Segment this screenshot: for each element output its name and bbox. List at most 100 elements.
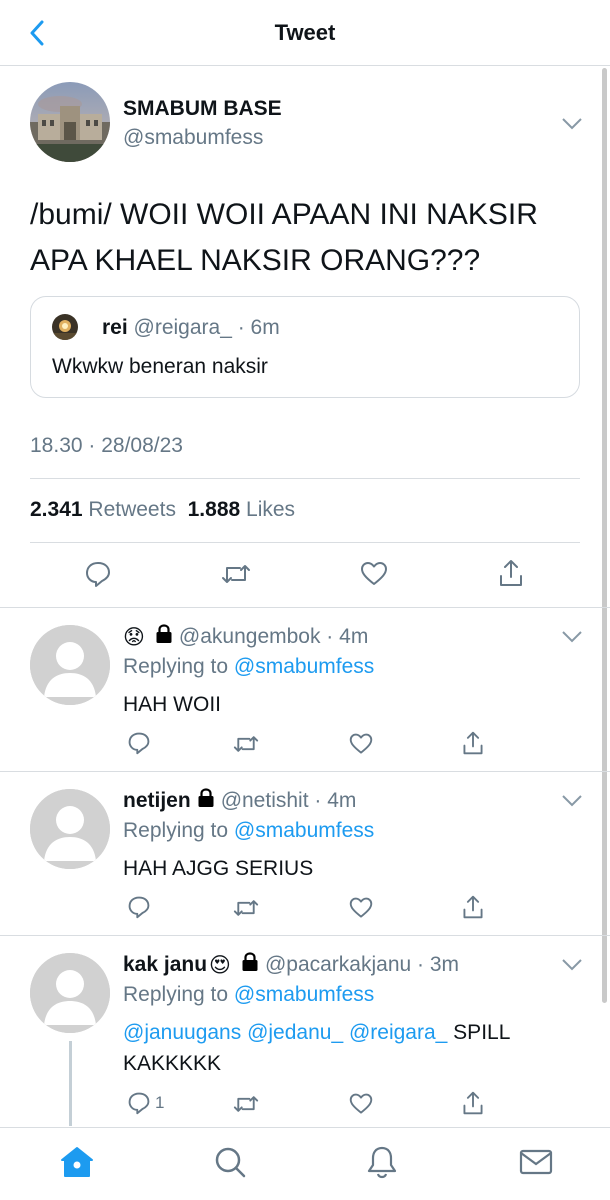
reply-text: HAH AJGG SERIUS <box>123 857 314 880</box>
replying-to-link[interactable]: @smabumfess <box>234 983 374 1006</box>
share-icon <box>463 895 483 919</box>
reply-author-name[interactable]: netijen <box>123 789 191 813</box>
quote-handle-time: @reigara_ · 6m <box>133 316 280 339</box>
replying-to: Replying to @smabumfess <box>123 819 374 843</box>
replying-to-link[interactable]: @smabumfess <box>234 819 374 842</box>
replying-prefix: Replying to <box>123 655 229 678</box>
reply-text-line: KAKKKKK <box>123 1052 222 1075</box>
top-navigation-bar: Tweet <box>0 0 610 66</box>
retweets-count[interactable]: 2.341 <box>30 498 83 521</box>
share-button[interactable] <box>461 894 485 920</box>
quote-text: Wkwkw beneran naksir <box>52 355 268 378</box>
heart-icon <box>349 897 373 918</box>
heart-icon <box>349 733 373 754</box>
replying-to-link[interactable]: @smabumfess <box>234 655 374 678</box>
replying-to: Replying to @smabumfess <box>123 983 374 1007</box>
reply-header: 😟 @akungembok · 4m <box>123 624 368 650</box>
author-name[interactable]: SMABUM BASE <box>123 97 282 121</box>
reply-avatar[interactable] <box>30 625 110 705</box>
divider <box>30 542 580 543</box>
envelope-icon <box>519 1149 553 1175</box>
quoted-tweet[interactable]: rei @reigara_ · 6m Wkwkw beneran naksir <box>30 296 580 398</box>
reply-text: @januugans @jedanu_ @reigara_ SPILL KAKK… <box>123 1017 573 1079</box>
reply-button[interactable] <box>127 895 151 919</box>
tab-notifications[interactable] <box>362 1142 402 1182</box>
speech-bubble-icon <box>128 1092 150 1115</box>
lock-icon <box>197 788 215 814</box>
reply-avatar[interactable] <box>30 789 110 869</box>
speech-bubble-icon <box>86 562 110 587</box>
quote-avatar <box>52 314 78 340</box>
chevron-down-icon[interactable] <box>561 630 583 644</box>
thread-connector-line <box>69 1041 72 1126</box>
reply-tweet[interactable]: netijen @netishit · 4m Replying to @smab… <box>0 772 610 935</box>
worried-face-emoji: 😟 <box>123 625 145 649</box>
retweet-icon <box>233 1096 259 1112</box>
tweet-stats: 2.341 Retweets 1.888 Likes <box>30 498 295 522</box>
share-button[interactable] <box>497 558 525 588</box>
lock-icon <box>241 952 259 978</box>
tweet-text: /bumi/ WOII WOII APAAN INI NAKSIR APA KH… <box>30 192 590 284</box>
reply-mentions[interactable]: @januugans @jedanu_ @reigara_ <box>123 1021 447 1044</box>
likes-count[interactable]: 1.888 <box>188 498 241 521</box>
like-button[interactable] <box>349 732 373 756</box>
retweet-icon <box>233 900 259 916</box>
tweet-timestamp: 18.30 · 28/08/23 <box>30 434 183 457</box>
reply-text-line: @januugans @jedanu_ @reigara_ SPILL <box>123 1017 573 1048</box>
reply-button[interactable] <box>127 731 151 755</box>
reply-handle-time: @pacarkakjanu · 3m <box>264 953 460 976</box>
share-button[interactable] <box>461 730 485 756</box>
chevron-down-icon[interactable] <box>561 958 583 972</box>
replying-to: Replying to @smabumfess <box>123 655 374 679</box>
share-icon <box>463 1091 483 1115</box>
reply-button[interactable] <box>84 560 112 588</box>
replying-prefix: Replying to <box>123 983 229 1006</box>
heart-eyes-emoji: 😍 <box>209 953 231 977</box>
replying-prefix: Replying to <box>123 819 229 842</box>
speech-bubble-icon <box>128 896 150 919</box>
retweets-label[interactable]: Retweets <box>88 498 176 521</box>
reply-author-name[interactable]: kak janu <box>123 953 207 977</box>
author-avatar[interactable] <box>30 82 110 162</box>
lock-icon <box>155 624 173 650</box>
author-handle[interactable]: @smabumfess <box>123 126 263 150</box>
reply-tweet[interactable]: 😟 @akungembok · 4m Replying to @smabumfe… <box>0 608 610 771</box>
page-title: Tweet <box>274 20 336 45</box>
reply-button[interactable]: 1 <box>127 1091 164 1115</box>
home-icon <box>61 1147 93 1177</box>
reply-avatar[interactable] <box>30 953 110 1033</box>
heart-icon <box>361 562 387 585</box>
retweet-icon <box>222 565 250 583</box>
tab-search[interactable] <box>210 1142 250 1182</box>
tab-home[interactable] <box>57 1142 97 1182</box>
share-icon <box>463 731 483 755</box>
tweet-text-line: APA KHAEL NAKSIR ORANG??? <box>30 244 481 277</box>
reply-tweet[interactable]: kak janu 😍 @pacarkakjanu · 3m Replying t… <box>0 936 610 1126</box>
heart-icon <box>349 1093 373 1114</box>
retweet-button[interactable] <box>232 1092 260 1116</box>
retweet-button[interactable] <box>232 896 260 920</box>
reply-text-body: SPILL <box>447 1021 511 1044</box>
share-button[interactable] <box>461 1090 485 1116</box>
retweet-button[interactable] <box>232 732 260 756</box>
tweet-text-line: /bumi/ WOII WOII APAAN INI NAKSIR <box>30 198 538 231</box>
reply-handle-time: @akungembok · 4m <box>178 625 369 648</box>
reply-header: kak janu 😍 @pacarkakjanu · 3m <box>123 952 459 978</box>
like-button[interactable] <box>349 896 373 920</box>
bottom-tab-bar <box>0 1127 610 1200</box>
reply-text: HAH WOII <box>123 693 221 716</box>
likes-label[interactable]: Likes <box>246 498 295 521</box>
tab-messages[interactable] <box>516 1142 556 1182</box>
reply-count: 1 <box>155 1093 165 1112</box>
like-button[interactable] <box>360 560 388 588</box>
chevron-down-icon[interactable] <box>561 794 583 808</box>
reply-handle-time: @netishit · 4m <box>220 789 357 812</box>
divider <box>30 478 580 479</box>
like-button[interactable] <box>349 1092 373 1116</box>
chevron-down-icon[interactable] <box>561 117 583 131</box>
retweet-icon <box>233 736 259 752</box>
reply-header: netijen @netishit · 4m <box>123 788 356 814</box>
share-icon <box>500 560 522 586</box>
retweet-button[interactable] <box>220 560 252 588</box>
bell-icon <box>367 1146 397 1179</box>
